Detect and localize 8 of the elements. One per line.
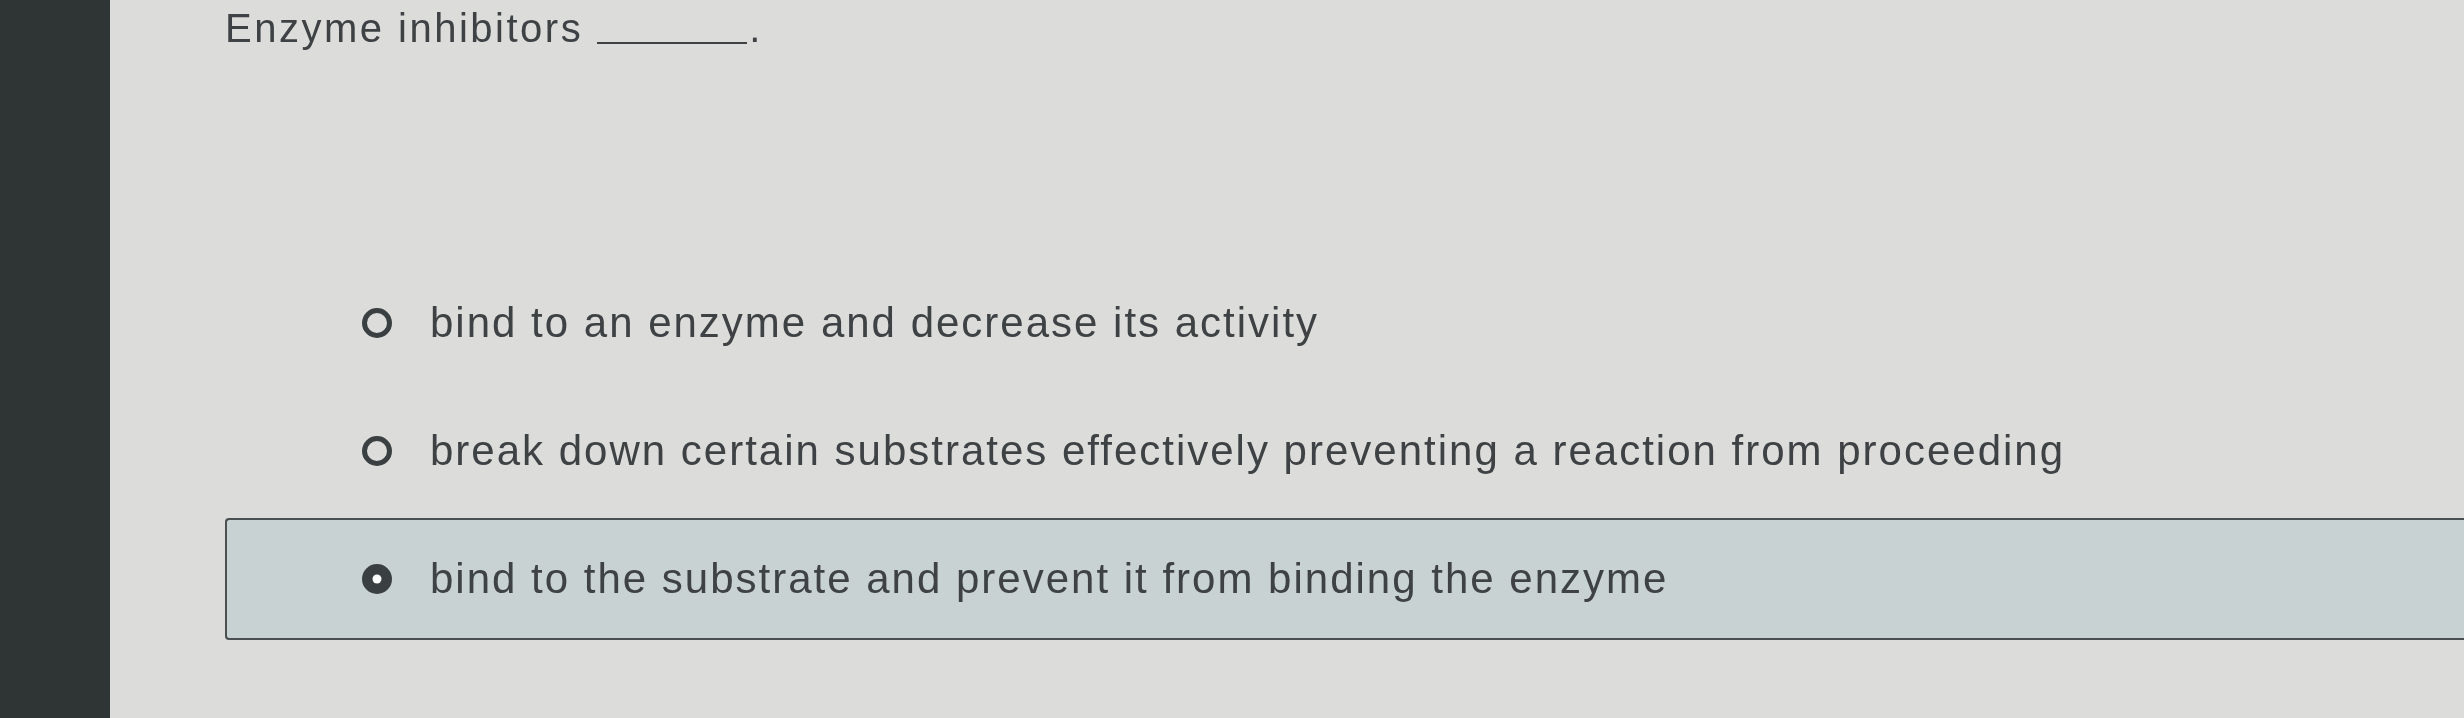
question-period: . [749,5,763,52]
radio-button[interactable] [362,564,392,594]
answer-option-text[interactable]: bind to the substrate and prevent it from binding the enzyme [430,554,1669,604]
answer-option-text[interactable]: break down certain substrates effectively preventing a reaction from proceeding [430,426,2066,476]
radio-button[interactable] [362,308,392,338]
radio-button[interactable] [362,436,392,466]
question-text: Enzyme inhibitors [225,5,584,52]
answer-option-text[interactable]: bind to an enzyme and decrease its activity [430,298,1320,348]
